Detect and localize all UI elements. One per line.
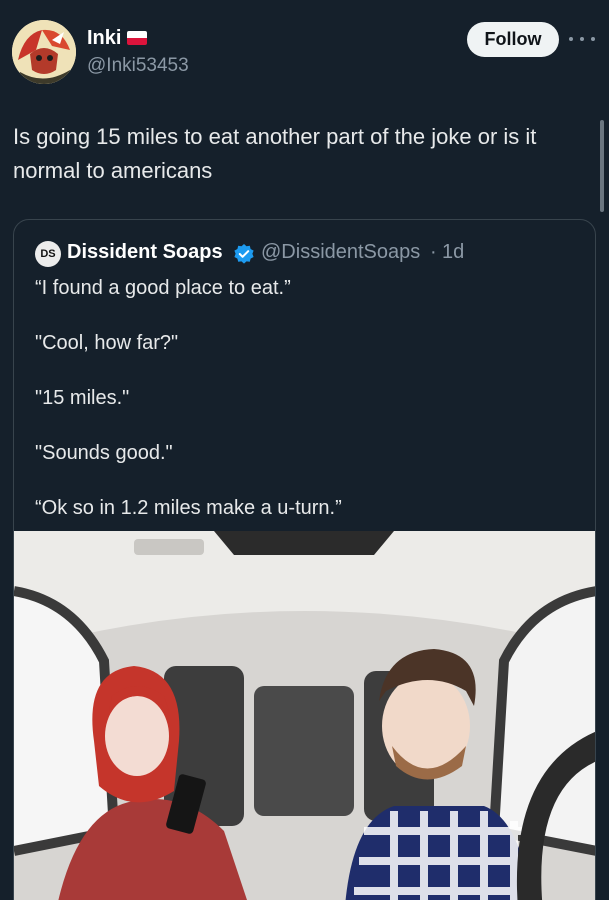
quote-line: “I found a good place to eat.”: [35, 277, 291, 299]
verified-badge-icon: [234, 244, 254, 264]
author-handle[interactable]: @Inki53453: [87, 55, 189, 77]
cartoon-avatar-icon[interactable]: [12, 20, 76, 84]
quote-line: "Cool, how far?": [35, 332, 179, 354]
author-display-name[interactable]: Inki: [87, 27, 121, 50]
quoted-timestamp[interactable]: 1d: [442, 241, 464, 264]
quoted-tweet-card[interactable]: DS Dissident Soaps @DissidentSoaps · 1d …: [13, 219, 596, 900]
follow-button[interactable]: Follow: [467, 22, 559, 57]
quote-line: "Sounds good.": [35, 442, 173, 464]
scrollbar[interactable]: [600, 120, 604, 212]
quoted-author-avatar[interactable]: DS: [35, 241, 61, 267]
quoted-author-handle[interactable]: @DissidentSoaps: [261, 241, 420, 264]
car-interior-cartoon-image[interactable]: [14, 531, 595, 900]
quote-line: "15 miles.": [35, 387, 130, 409]
tweet-text: Is going 15 miles to eat another part of…: [13, 124, 537, 183]
tweet-header: Inki @Inki53453 Follow: [0, 0, 609, 100]
quoted-author-name[interactable]: Dissident Soaps: [67, 241, 223, 264]
more-options-icon[interactable]: [569, 34, 595, 44]
meta-separator: ·: [430, 241, 437, 263]
poland-flag-icon: [127, 31, 147, 45]
quote-line: “Ok so in 1.2 miles make a u-turn.”: [35, 497, 342, 519]
